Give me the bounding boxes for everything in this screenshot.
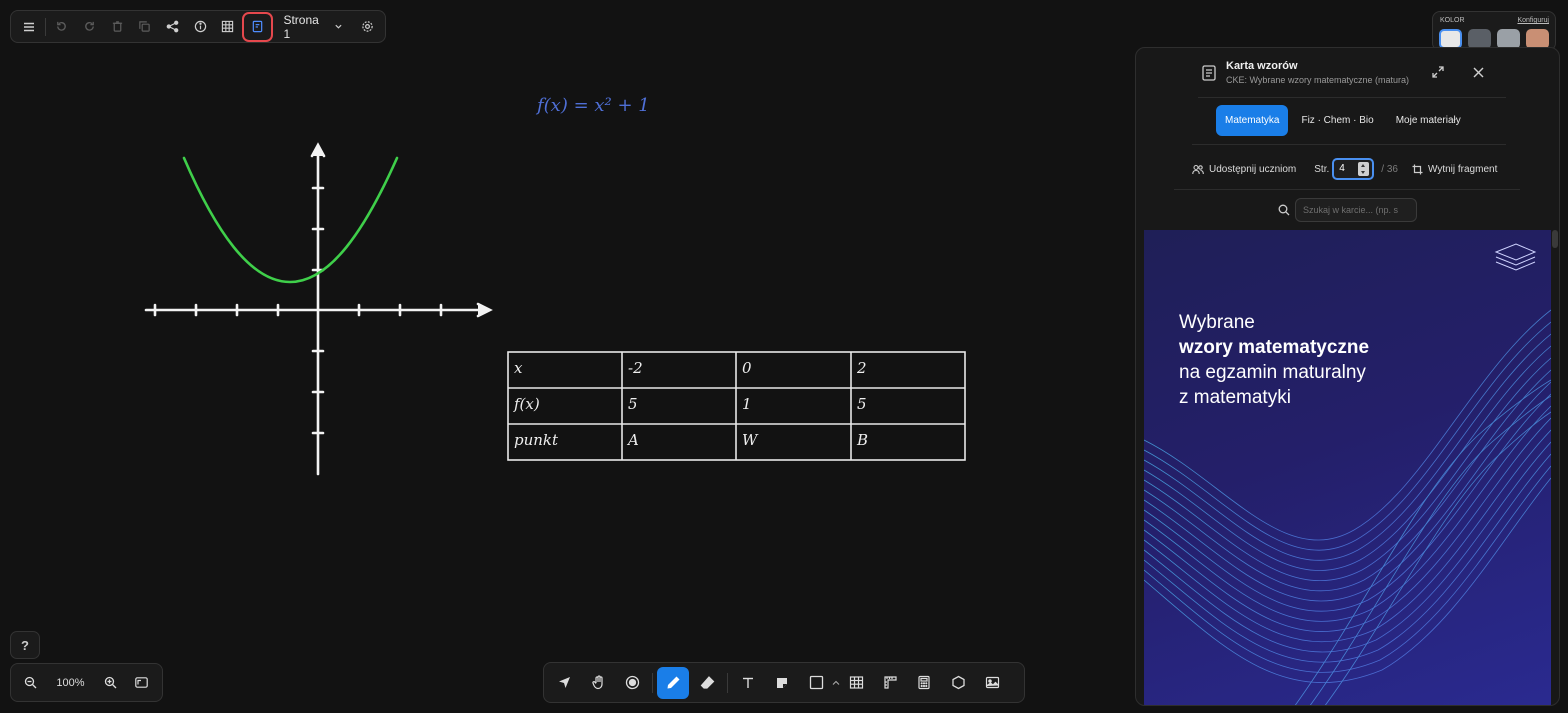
- polygon-icon[interactable]: [942, 667, 974, 699]
- redo-icon[interactable]: [75, 13, 103, 41]
- table-cell: B: [856, 431, 868, 449]
- users-icon: [1192, 164, 1204, 174]
- color-swatch-dark-gray[interactable]: [1468, 29, 1491, 49]
- zoom-controls: 100%: [10, 663, 163, 702]
- table-cell: 5: [857, 395, 867, 413]
- table-cell: 5: [628, 395, 638, 413]
- color-swatch-tan[interactable]: [1526, 29, 1549, 49]
- wave-graphic: [1144, 243, 1551, 705]
- zoom-level: 100%: [56, 676, 85, 689]
- hand-icon[interactable]: [582, 667, 614, 699]
- page-label: Strona 1: [283, 12, 319, 41]
- table-cell: 1: [742, 395, 752, 413]
- table-cell: -2: [628, 359, 643, 377]
- laser-icon[interactable]: [616, 667, 648, 699]
- table-cell: 2: [856, 359, 867, 377]
- separator: [727, 672, 728, 693]
- sticky-note-icon[interactable]: [766, 667, 798, 699]
- panel-header: Karta wzorów CKE: Wybrane wzory matematy…: [1198, 58, 1506, 98]
- panel-scrollbar[interactable]: [1552, 230, 1558, 248]
- help-button[interactable]: ?: [10, 631, 40, 659]
- cover-line-4: z matematyki: [1179, 387, 1291, 408]
- tab-moje-materialy[interactable]: Moje materiały: [1387, 105, 1470, 136]
- panel-controls: Udostępnij uczniom Str. 4 / 36 Wytnij fr…: [1192, 156, 1522, 182]
- configure-link[interactable]: Konfiguruj: [1517, 17, 1549, 24]
- search-icon: [1278, 204, 1290, 216]
- tab-fiz-chem-bio[interactable]: Fiz · Chem · Bio: [1292, 105, 1382, 136]
- info-icon[interactable]: [186, 13, 214, 41]
- color-label: KOLOR: [1440, 17, 1465, 24]
- table-cell: punkt: [514, 431, 559, 449]
- shape-icon[interactable]: [800, 667, 832, 699]
- color-panel: KOLOR Konfiguruj: [1432, 11, 1556, 51]
- chevron-up-icon[interactable]: [832, 679, 840, 687]
- page-number-input[interactable]: 4: [1332, 158, 1375, 180]
- table-cell: 0: [742, 359, 752, 377]
- image-icon[interactable]: [976, 667, 1008, 699]
- cover-line-1: Wybrane: [1179, 312, 1255, 333]
- trash-icon[interactable]: [103, 13, 131, 41]
- separator: [44, 17, 46, 36]
- table-icon[interactable]: [840, 667, 872, 699]
- expand-icon[interactable]: [1432, 66, 1444, 78]
- panel-subtitle: CKE: Wybrane wzory matematyczne (matura): [1226, 75, 1409, 85]
- cover-title: Wybrane wzory matematyczne na egzamin ma…: [1179, 310, 1369, 410]
- eraser-icon[interactable]: [691, 667, 723, 699]
- cut-fragment-button[interactable]: Wytnij fragment: [1412, 164, 1497, 175]
- formula-sheet-panel: Karta wzorów CKE: Wybrane wzory matematy…: [1135, 47, 1560, 706]
- page-stepper[interactable]: [1358, 162, 1370, 176]
- formula-text: f(x) = x² + 1: [535, 95, 650, 116]
- value-table: x -2 0 2 f(x) 5 1 5 punkt A W B: [507, 351, 966, 461]
- formula-sheet-icon[interactable]: [241, 11, 274, 42]
- tab-matematyka[interactable]: Matematyka: [1216, 105, 1289, 136]
- share-icon[interactable]: [159, 13, 187, 41]
- separator: [652, 672, 653, 693]
- color-swatch-gray[interactable]: [1497, 29, 1520, 49]
- fit-screen-icon[interactable]: [135, 677, 149, 688]
- table-cell: f(x): [513, 395, 540, 413]
- page-number-value: 4: [1339, 163, 1345, 174]
- select-icon[interactable]: [548, 667, 580, 699]
- zoom-out-icon[interactable]: [24, 676, 37, 689]
- search-box: [1278, 198, 1417, 222]
- table-cell: x: [514, 359, 523, 377]
- share-label: Udostępnij uczniom: [1209, 163, 1297, 175]
- cover-line-2: wzory matematyczne: [1179, 337, 1370, 358]
- color-swatch-white[interactable]: [1439, 29, 1462, 49]
- divider: [1192, 144, 1506, 145]
- coordinate-axes: [144, 142, 493, 476]
- chevron-down-icon: [335, 24, 342, 29]
- parabola-curve: [182, 156, 399, 284]
- calculator-icon[interactable]: [908, 667, 940, 699]
- menu-icon[interactable]: [15, 13, 43, 41]
- grid-icon[interactable]: [214, 13, 242, 41]
- close-icon[interactable]: [1473, 67, 1484, 78]
- cut-label: Wytnij fragment: [1427, 163, 1498, 175]
- settings-icon[interactable]: [353, 13, 381, 41]
- subject-tabs: Matematyka Fiz · Chem · Bio Moje materia…: [1216, 105, 1470, 136]
- table-cell: A: [626, 431, 639, 449]
- share-with-students-button[interactable]: Udostępnij uczniom: [1192, 164, 1296, 175]
- table-cell: W: [742, 431, 759, 449]
- undo-icon[interactable]: [48, 13, 76, 41]
- page-number-control: Str. 4 / 36: [1314, 158, 1398, 180]
- pen-icon[interactable]: [657, 666, 689, 699]
- panel-title: Karta wzorów: [1226, 60, 1298, 72]
- divider: [1174, 189, 1520, 190]
- page-prefix: Str.: [1314, 163, 1330, 175]
- ruler-icon[interactable]: [874, 667, 906, 699]
- logo-icon: [1494, 243, 1537, 271]
- top-toolbar: Strona 1: [10, 10, 386, 43]
- crop-icon: [1412, 164, 1423, 174]
- page-selector[interactable]: Strona 1: [273, 13, 353, 41]
- cover-line-3: na egzamin maturalny: [1179, 362, 1366, 383]
- search-input[interactable]: [1295, 198, 1417, 222]
- formula-sheet-cover[interactable]: Wybrane wzory matematyczne na egzamin ma…: [1144, 230, 1551, 705]
- text-icon[interactable]: [732, 667, 764, 699]
- zoom-in-icon[interactable]: [104, 676, 117, 689]
- page-total: / 36: [1381, 163, 1398, 175]
- drawing-toolbar: [543, 662, 1025, 703]
- document-icon: [1202, 65, 1216, 81]
- duplicate-icon[interactable]: [131, 13, 159, 41]
